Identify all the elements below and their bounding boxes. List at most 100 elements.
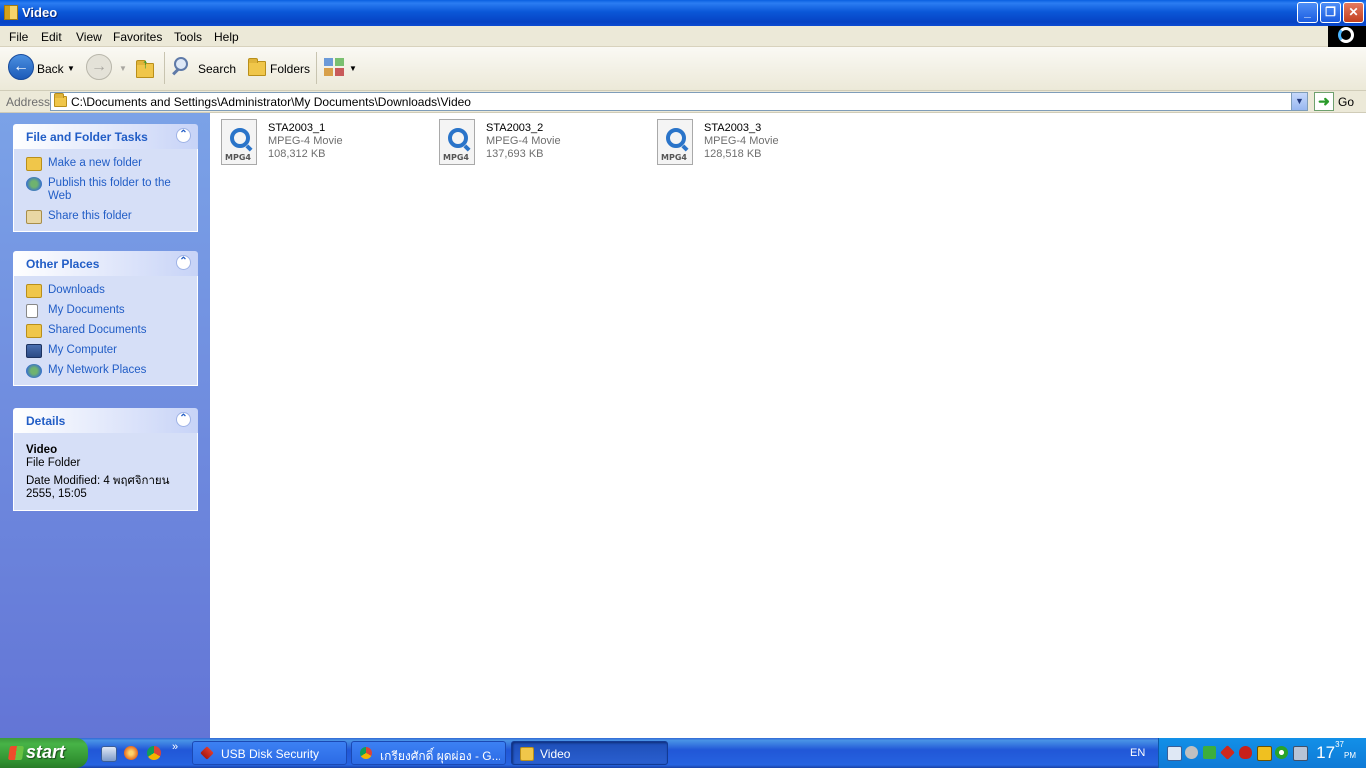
up-button[interactable]: ↑ bbox=[134, 54, 158, 84]
display-tray-icon[interactable] bbox=[1293, 746, 1308, 761]
taskbar: start » USB Disk Security เกรียงศักดิ์ ผ… bbox=[0, 738, 1366, 768]
collapse-chevron-icon[interactable]: ⌃ bbox=[176, 128, 191, 143]
forward-button[interactable]: → ▼ bbox=[86, 54, 127, 84]
start-label: start bbox=[26, 742, 66, 762]
usb-security-tray-icon[interactable] bbox=[1220, 745, 1235, 760]
close-button[interactable]: ✕ bbox=[1343, 2, 1364, 23]
mpeg4-file-icon: MPG4 bbox=[657, 119, 693, 165]
document-icon bbox=[26, 304, 38, 318]
folder-icon bbox=[54, 93, 67, 107]
file-name: STA2003_3 bbox=[704, 122, 762, 134]
firefox-icon[interactable] bbox=[124, 746, 138, 760]
toolbar-separator bbox=[316, 52, 317, 84]
panel-header[interactable]: Other Places ⌃ bbox=[13, 251, 198, 276]
back-dropdown-icon[interactable]: ▼ bbox=[67, 64, 75, 73]
folder-icon bbox=[26, 284, 42, 298]
views-button[interactable]: ▼ bbox=[322, 54, 358, 84]
taskbar-item-chrome[interactable]: เกรียงศักดิ์ ผุดผ่อง - G... bbox=[351, 741, 506, 765]
panel-title: File and Folder Tasks bbox=[26, 130, 148, 144]
task-share-folder[interactable]: Share this folder bbox=[26, 210, 191, 224]
address-bar: Address C:\Documents and Settings\Admini… bbox=[0, 91, 1366, 113]
place-my-documents[interactable]: My Documents bbox=[26, 304, 191, 318]
panel-header[interactable]: File and Folder Tasks ⌃ bbox=[13, 124, 198, 149]
go-button[interactable]: Go bbox=[1338, 95, 1354, 109]
task-label: Make a new folder bbox=[48, 157, 142, 169]
forward-arrow-icon: → bbox=[86, 54, 112, 80]
task-label: Video bbox=[540, 747, 571, 761]
menu-view[interactable]: View bbox=[76, 30, 102, 44]
search-button[interactable]: Search bbox=[172, 54, 236, 84]
status-tray-icon[interactable] bbox=[1275, 746, 1288, 759]
chrome-icon[interactable] bbox=[147, 746, 161, 760]
show-desktop-icon[interactable] bbox=[101, 746, 117, 762]
file-list-view[interactable]: MPG4 STA2003_1 MPEG-4 Movie 108,312 KB M… bbox=[210, 113, 1366, 738]
keyboard-tray-icon[interactable] bbox=[1257, 746, 1272, 761]
task-label: เกรียงศักดิ์ ผุดผ่อง - G... bbox=[380, 749, 500, 763]
place-label: My Network Places bbox=[48, 364, 147, 376]
menu-file[interactable]: File bbox=[9, 30, 28, 44]
magnifier-handle bbox=[172, 67, 180, 76]
panel-header[interactable]: Details ⌃ bbox=[13, 408, 198, 433]
panel-title: Details bbox=[26, 414, 66, 428]
file-size: 128,518 KB bbox=[704, 148, 762, 160]
globe-icon bbox=[26, 177, 42, 191]
place-shared-documents[interactable]: Shared Documents bbox=[26, 324, 191, 338]
details-type: File Folder bbox=[26, 457, 81, 469]
menu-edit[interactable]: Edit bbox=[41, 30, 62, 44]
windows-logo-icon bbox=[1328, 26, 1366, 47]
folder-icon bbox=[4, 5, 18, 20]
file-name: STA2003_2 bbox=[486, 122, 544, 134]
minimize-button[interactable]: _ bbox=[1297, 2, 1318, 23]
task-make-new-folder[interactable]: Make a new folder bbox=[26, 157, 191, 171]
task-pane: File and Folder Tasks ⌃ Make a new folde… bbox=[0, 113, 210, 738]
file-folder-tasks-panel: File and Folder Tasks ⌃ Make a new folde… bbox=[13, 124, 198, 232]
quicklaunch-more-icon[interactable]: » bbox=[172, 741, 178, 753]
menu-tools[interactable]: Tools bbox=[174, 30, 202, 44]
back-arrow-icon: ← bbox=[8, 54, 34, 80]
place-my-network-places[interactable]: My Network Places bbox=[26, 364, 191, 378]
address-path: C:\Documents and Settings\Administrator\… bbox=[71, 95, 471, 109]
details-date-modified: Date Modified: 4 พฤศจิกายน 2555, 15:05 bbox=[26, 475, 170, 500]
menu-favorites[interactable]: Favorites bbox=[113, 30, 162, 44]
toolbar: ← Back ▼ → ▼ ↑ Search Folders ▼ bbox=[0, 47, 1366, 91]
clock[interactable]: 1737PM bbox=[1316, 740, 1356, 763]
place-downloads[interactable]: Downloads bbox=[26, 284, 191, 298]
security-tray-icon[interactable] bbox=[1203, 746, 1216, 759]
start-button[interactable]: start bbox=[0, 738, 88, 768]
collapse-chevron-icon[interactable]: ⌃ bbox=[176, 255, 191, 270]
collapse-chevron-icon[interactable]: ⌃ bbox=[176, 412, 191, 427]
network-tray-icon[interactable] bbox=[1167, 746, 1182, 761]
go-arrow-icon[interactable]: ➜ bbox=[1314, 92, 1334, 111]
forward-dropdown-icon: ▼ bbox=[119, 64, 127, 73]
folders-button[interactable]: Folders bbox=[244, 54, 310, 84]
menu-bar: File Edit View Favorites Tools Help bbox=[0, 26, 1366, 47]
place-label: My Documents bbox=[48, 304, 125, 316]
taskbar-item-usb-disk-security[interactable]: USB Disk Security bbox=[192, 741, 347, 765]
windows-flag-icon bbox=[8, 746, 24, 760]
menu-help[interactable]: Help bbox=[214, 30, 239, 44]
folders-label: Folders bbox=[270, 62, 311, 76]
file-name: STA2003_1 bbox=[268, 122, 326, 134]
details-panel: Details ⌃ Video File Folder Date Modifie… bbox=[13, 408, 198, 511]
address-input[interactable]: C:\Documents and Settings\Administrator\… bbox=[50, 92, 1308, 111]
place-label: Shared Documents bbox=[48, 324, 147, 336]
speaker-tray-icon[interactable] bbox=[1185, 746, 1198, 759]
task-label: USB Disk Security bbox=[221, 747, 320, 761]
title-bar[interactable]: Video _ ❐ ✕ bbox=[0, 0, 1366, 26]
address-dropdown-icon[interactable]: ▼ bbox=[1291, 93, 1307, 110]
antivirus-tray-icon[interactable] bbox=[1239, 746, 1252, 759]
views-dropdown-icon[interactable]: ▼ bbox=[349, 64, 357, 73]
file-type: MPEG-4 Movie bbox=[486, 135, 561, 147]
restore-button[interactable]: ❐ bbox=[1320, 2, 1341, 23]
task-publish-folder[interactable]: Publish this folder to the Web bbox=[26, 177, 191, 203]
file-item[interactable]: MPG4 STA2003_2 MPEG-4 Movie 137,693 KB bbox=[439, 119, 649, 167]
folder-icon bbox=[520, 747, 534, 761]
file-item[interactable]: MPG4 STA2003_1 MPEG-4 Movie 108,312 KB bbox=[221, 119, 431, 167]
taskbar-item-video[interactable]: Video bbox=[511, 741, 668, 765]
language-indicator[interactable]: EN bbox=[1130, 747, 1145, 759]
task-label: Share this folder bbox=[48, 210, 132, 222]
back-button[interactable]: ← Back ▼ bbox=[8, 54, 78, 84]
file-item[interactable]: MPG4 STA2003_3 MPEG-4 Movie 128,518 KB bbox=[657, 119, 867, 167]
place-my-computer[interactable]: My Computer bbox=[26, 344, 191, 358]
file-type: MPEG-4 Movie bbox=[704, 135, 779, 147]
